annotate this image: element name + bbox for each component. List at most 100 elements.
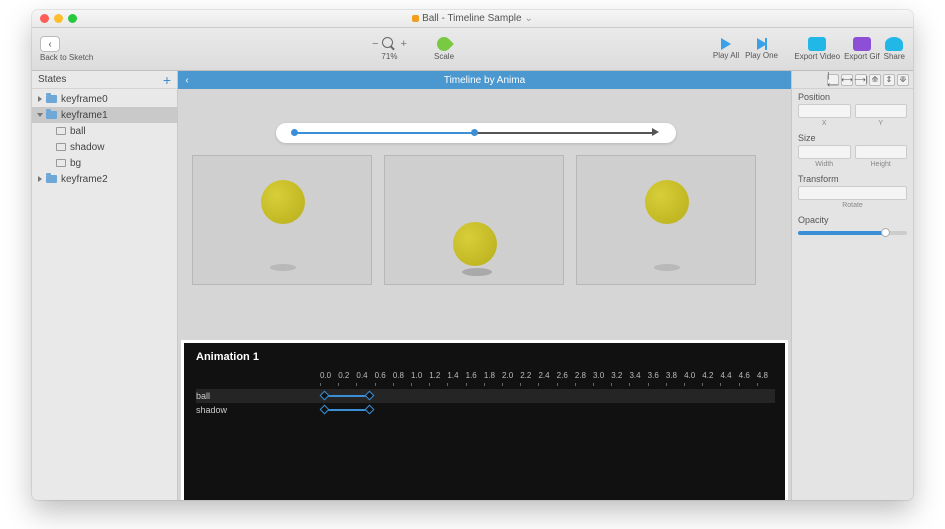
ruler-tick: 4.0	[684, 371, 702, 387]
back-label: Back to Sketch	[40, 53, 93, 62]
position-y-input[interactable]	[855, 104, 908, 118]
scale-icon[interactable]	[434, 34, 454, 54]
rotate-input[interactable]	[798, 186, 907, 200]
document-icon	[412, 15, 419, 22]
ruler-tick: 2.4	[538, 371, 556, 387]
ruler-tick: 3.0	[593, 371, 611, 387]
keyframe-diamond-icon[interactable]	[320, 405, 330, 415]
ball-shape	[261, 180, 305, 224]
inspector-panel: |⟵ ⟷ ⟶| ⟰ ⇕ ⟱ Position XY Size	[791, 71, 913, 500]
tree-layer-shadow[interactable]: shadow	[32, 139, 177, 155]
segment-grey	[476, 132, 654, 134]
zoom-value: 71%	[381, 52, 397, 61]
app-window: Ball - Timeline Sample ⌄ ‹ Back to Sketc…	[32, 10, 913, 500]
align-middle-button[interactable]: ⇕	[883, 74, 895, 86]
ruler-tick: 1.6	[466, 371, 484, 387]
keyframe-diamond-icon[interactable]	[365, 405, 375, 415]
align-right-button[interactable]: ⟶|	[855, 74, 867, 86]
canvas-title: Timeline by Anima	[178, 75, 791, 86]
ruler-tick: 0.2	[338, 371, 356, 387]
chevron-right-icon[interactable]	[38, 96, 42, 102]
ruler-tick: 3.6	[648, 371, 666, 387]
ruler-tick: 0.4	[356, 371, 374, 387]
width-input[interactable]	[798, 145, 851, 159]
tree-folder-keyframe1[interactable]: keyframe1	[32, 107, 177, 123]
export-video-button[interactable]: Export Video	[794, 37, 840, 61]
play-one-icon	[757, 38, 767, 50]
transition-slider[interactable]	[276, 123, 676, 143]
size-label: Size	[798, 133, 907, 143]
slider-handle-mid[interactable]	[471, 129, 478, 136]
play-all-button[interactable]: Play All	[713, 38, 739, 60]
ruler-tick: 4.4	[720, 371, 738, 387]
track-shadow[interactable]: shadow	[196, 403, 775, 417]
zoom-out-button[interactable]: −	[372, 38, 378, 50]
keyframe-preview-2[interactable]	[576, 155, 756, 285]
ball-shape	[645, 180, 689, 224]
window-close-icon[interactable]	[40, 14, 49, 23]
chevron-down-icon[interactable]	[37, 113, 43, 117]
gif-icon	[853, 37, 871, 51]
play-icon	[721, 38, 731, 50]
animation-title: Animation 1	[196, 351, 773, 363]
keyframe-diamond-icon[interactable]	[320, 391, 330, 401]
back-button[interactable]: ‹	[40, 36, 60, 52]
chevron-right-icon[interactable]	[38, 176, 42, 182]
export-gif-button[interactable]: Export Gif	[844, 37, 880, 61]
timeline-ruler[interactable]: 0.00.20.40.60.81.01.21.41.61.82.02.22.42…	[320, 371, 775, 387]
ruler-tick: 3.2	[611, 371, 629, 387]
tree-folder-keyframe2[interactable]: keyframe2	[32, 171, 177, 187]
ruler-tick: 2.0	[502, 371, 520, 387]
ruler-tick: 3.4	[629, 371, 647, 387]
slider-handle-start[interactable]	[291, 129, 298, 136]
align-bottom-button[interactable]: ⟱	[897, 74, 909, 86]
ruler-tick: 1.8	[484, 371, 502, 387]
magnifier-icon[interactable]	[382, 37, 396, 51]
shadow-shape	[270, 264, 296, 271]
cloud-icon	[885, 37, 903, 51]
keyframe-clip[interactable]	[321, 407, 373, 413]
ruler-tick: 4.6	[739, 371, 757, 387]
position-x-input[interactable]	[798, 104, 851, 118]
play-one-button[interactable]: Play One	[745, 38, 778, 60]
window-minimize-icon[interactable]	[54, 14, 63, 23]
keyframe-diamond-icon[interactable]	[365, 391, 375, 401]
ball-shape	[453, 222, 497, 266]
inspector-header: |⟵ ⟷ ⟶| ⟰ ⇕ ⟱	[792, 71, 913, 89]
keyframe-preview-1[interactable]	[384, 155, 564, 285]
keyframe-clip[interactable]	[321, 393, 373, 399]
slider-handle[interactable]	[881, 228, 890, 237]
window-title: Ball - Timeline Sample ⌄	[32, 13, 913, 24]
sidebar-title: States	[38, 74, 66, 85]
segment-blue	[294, 132, 472, 134]
track-ball[interactable]: ball	[196, 389, 775, 403]
align-left-button[interactable]: |⟵	[827, 74, 839, 86]
layer-icon	[56, 143, 66, 151]
titlebar: Ball - Timeline Sample ⌄	[32, 10, 913, 28]
window-zoom-icon[interactable]	[68, 14, 77, 23]
tree-layer-bg[interactable]: bg	[32, 155, 177, 171]
tree-layer-ball[interactable]: ball	[32, 123, 177, 139]
add-state-button[interactable]: +	[163, 73, 171, 87]
timeline-panel: Animation 1 0.00.20.40.60.81.01.21.41.61…	[181, 340, 788, 500]
layer-icon	[56, 159, 66, 167]
keyframe-preview-0[interactable]	[192, 155, 372, 285]
states-sidebar: States + keyframe0 keyframe1 ball	[32, 71, 178, 500]
scale-label: Scale	[434, 52, 454, 61]
body: States + keyframe0 keyframe1 ball	[32, 71, 913, 500]
ruler-tick: 2.6	[557, 371, 575, 387]
share-button[interactable]: Share	[884, 37, 905, 61]
opacity-slider[interactable]	[798, 231, 907, 235]
canvas-back-button[interactable]: ‹	[178, 71, 196, 89]
layer-icon	[56, 127, 66, 135]
position-label: Position	[798, 92, 907, 102]
canvas: ‹ Timeline by Anima	[178, 71, 791, 500]
tree-folder-keyframe0[interactable]: keyframe0	[32, 91, 177, 107]
ruler-tick: 1.4	[447, 371, 465, 387]
zoom-in-button[interactable]: +	[400, 38, 406, 50]
ruler-tick: 2.2	[520, 371, 538, 387]
video-icon	[808, 37, 826, 51]
align-top-button[interactable]: ⟰	[869, 74, 881, 86]
height-input[interactable]	[855, 145, 908, 159]
align-center-button[interactable]: ⟷	[841, 74, 853, 86]
